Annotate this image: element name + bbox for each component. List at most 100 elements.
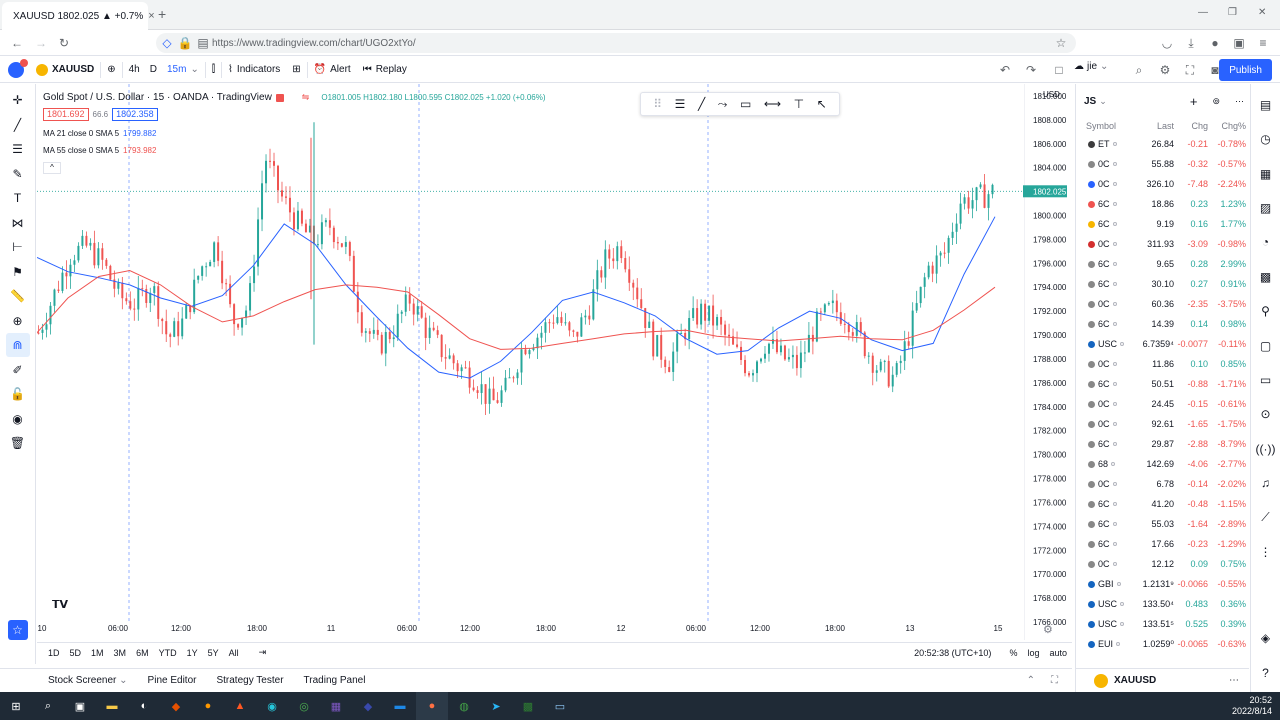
time-axis[interactable]: 10 06:00 12:00 18:00 11 06:00 12:00 18:00 12 06:0… xyxy=(38,624,1003,633)
watchlist-row[interactable]: USC 6.7359⁴ -0.0077 -0.11% xyxy=(1076,334,1250,354)
watchlist-row[interactable]: 6C 29.87 -2.88 -8.79% xyxy=(1076,434,1250,454)
watchlist-row[interactable]: GBI 1.2131⁹ -0.0066 -0.55% xyxy=(1076,574,1250,594)
tf-ytd[interactable]: YTD xyxy=(154,648,182,658)
zoom-in-icon[interactable]: ⊕ xyxy=(6,309,30,333)
watchlist-row[interactable]: USC 133.51⁵ 0.525 0.39% xyxy=(1076,614,1250,634)
ma1-label[interactable]: MA 21 close 0 SMA 5 xyxy=(43,129,119,138)
interval-15m[interactable]: 15m ⌄ xyxy=(161,57,205,83)
order-panel-icon[interactable]: ⋮ xyxy=(1253,537,1279,567)
tf-3m[interactable]: 3M xyxy=(109,648,132,658)
pocket-icon[interactable]: ◡ xyxy=(1158,34,1176,52)
watchlist-name[interactable]: JS xyxy=(1084,96,1096,107)
watchlist-row[interactable]: USC 133.50⁴ 0.483 0.36% xyxy=(1076,594,1250,614)
watchlist-row[interactable]: 68 142.69 -4.06 -2.77% xyxy=(1076,454,1250,474)
undo-icon[interactable]: ↶ xyxy=(996,61,1014,79)
indicators-button[interactable]: ⌇ Indicators xyxy=(222,57,286,83)
watchlist-row[interactable]: 6C 55.03 -1.64 -2.89% xyxy=(1076,514,1250,534)
ideas-bulb-icon[interactable]: ⚲ xyxy=(1253,296,1279,326)
col-chg[interactable]: Chg xyxy=(1174,121,1208,131)
measure-range-icon[interactable]: ⊢ xyxy=(6,235,30,259)
windows-start-icon[interactable]: ⊞ xyxy=(0,692,32,720)
tradingview-logo-icon[interactable]: 𝗧𝗩 xyxy=(52,599,69,611)
trash-icon[interactable]: 🗑 xyxy=(6,431,30,455)
col-chg-pct[interactable]: Chg% xyxy=(1208,121,1246,131)
tf-1y[interactable]: 1Y xyxy=(182,648,203,658)
redo-icon[interactable]: ↷ xyxy=(1022,61,1040,79)
browser-tab[interactable]: XAUUSD 1802.025 ▲ +0.7% × xyxy=(2,2,155,30)
minimize-icon[interactable]: — xyxy=(1198,7,1208,18)
tf-5d[interactable]: 5D xyxy=(65,648,87,658)
time-clock[interactable]: 20:52:38 (UTC+10) xyxy=(909,648,996,658)
tray-clock[interactable]: 20:52 2022/8/14 xyxy=(1232,695,1280,717)
alert-button[interactable]: ⏰ Alert xyxy=(308,57,357,83)
chat-icon[interactable]: ▢ xyxy=(1253,331,1279,361)
watchlist-row[interactable]: 6C 9.65 0.28 2.99% xyxy=(1076,254,1250,274)
collapse-icon[interactable]: ⇋ xyxy=(302,92,310,103)
advanced-view-icon[interactable]: ⊚ xyxy=(1212,96,1220,107)
currency-label[interactable]: USD xyxy=(1043,90,1060,99)
watchlist-row[interactable]: 0C 55.88 -0.32 -0.57% xyxy=(1076,154,1250,174)
bell-icon[interactable]: ♫ xyxy=(1253,468,1279,498)
watchlist-row[interactable]: 0C 6.78 -0.14 -2.02% xyxy=(1076,474,1250,494)
favorites-star-icon[interactable]: ☆ xyxy=(7,619,28,640)
goto-date-icon[interactable]: ⇥ xyxy=(254,647,272,658)
templates-button[interactable]: ⊞ xyxy=(286,57,306,83)
more-icon[interactable]: ⋯ xyxy=(1235,96,1244,107)
scale-percent[interactable]: % xyxy=(1004,648,1022,658)
magnet-icon[interactable]: ⋒ xyxy=(5,333,30,357)
whatsapp-icon[interactable]: ◍ xyxy=(448,692,480,720)
search-icon[interactable]: ⌕ xyxy=(1130,61,1148,79)
forward-icon[interactable]: → xyxy=(32,34,50,52)
app-icon[interactable]: ◐ xyxy=(128,692,160,720)
help-icon[interactable]: ? xyxy=(1253,658,1279,688)
calendar-icon[interactable]: ▩ xyxy=(1253,262,1279,292)
new-tab-icon[interactable]: + xyxy=(158,6,166,22)
watchlist-row[interactable]: ET 26.84 -0.21 -0.78% xyxy=(1076,134,1250,154)
cursor-icon[interactable]: ↖ xyxy=(817,97,827,111)
chart-type-button[interactable]: ⫿ xyxy=(206,57,221,83)
wechat-icon[interactable]: ◎ xyxy=(288,692,320,720)
symbol-details-panel[interactable]: XAUUSD ⋯ xyxy=(1075,668,1249,692)
chart-trend-icon[interactable]: ⟋ xyxy=(1253,503,1279,533)
app-icon[interactable]: ▬ xyxy=(384,692,416,720)
interval-d[interactable]: D xyxy=(146,57,161,83)
browser-icon[interactable]: ● xyxy=(192,692,224,720)
maximize-panel-icon[interactable]: ⛶ xyxy=(1051,675,1072,686)
add-symbol-icon[interactable]: + xyxy=(1190,94,1198,109)
chart-title[interactable]: Gold Spot / U.S. Dollar · 15 · OANDA · T… xyxy=(43,92,272,103)
file-explorer-icon[interactable]: ▬ xyxy=(96,692,128,720)
watchlist-row[interactable]: 6C 18.86 0.23 1.23% xyxy=(1076,194,1250,214)
edge-icon[interactable]: ◉ xyxy=(256,692,288,720)
chevron-down-icon[interactable]: ⌄ xyxy=(1099,96,1107,107)
legend-collapse-icon[interactable]: ^ xyxy=(43,161,61,174)
trend-line-icon[interactable]: ╱ xyxy=(6,113,30,137)
tf-1m[interactable]: 1M xyxy=(86,648,109,658)
ask-price[interactable]: 1802.358 xyxy=(112,108,158,121)
more-icon[interactable]: ⋯ xyxy=(1229,675,1249,686)
tf-5y[interactable]: 5Y xyxy=(203,648,224,658)
watchlist-row[interactable]: 6C 9.19 0.16 1.77% xyxy=(1076,214,1250,234)
watchlist-icon[interactable]: ▤ xyxy=(1253,90,1279,120)
task-view-icon[interactable]: ▣ xyxy=(64,692,96,720)
layout-icon[interactable]: □ xyxy=(1050,61,1068,79)
col-last[interactable]: Last xyxy=(1126,121,1174,131)
horizontal-ray-icon[interactable]: ⟷ xyxy=(764,97,781,111)
settings-gear-icon[interactable]: ⚙ xyxy=(1043,624,1053,636)
cloud-save-button[interactable]: ☁ jie ⌄ xyxy=(1074,61,1108,72)
col-symbol[interactable]: Symbol xyxy=(1076,121,1126,131)
tab-pine-editor[interactable]: Pine Editor xyxy=(138,675,207,686)
app-icon[interactable]: ◆ xyxy=(352,692,384,720)
tab-strategy-tester[interactable]: Strategy Tester xyxy=(206,675,293,686)
scale-log[interactable]: log xyxy=(1022,648,1044,658)
extension-icon[interactable]: ▣ xyxy=(1230,34,1248,52)
account-icon[interactable]: ● xyxy=(1206,34,1224,52)
news-icon[interactable]: ▨ xyxy=(1253,193,1279,223)
bookmark-star-icon[interactable]: ☆ xyxy=(1052,34,1070,52)
office-icon[interactable]: ◆ xyxy=(160,692,192,720)
watchlist-row[interactable]: 0C 92.61 -1.65 -1.75% xyxy=(1076,414,1250,434)
interval-4h[interactable]: 4h xyxy=(123,57,146,83)
pattern-icon[interactable]: ⋈ xyxy=(6,211,30,235)
horizontal-lines-icon[interactable]: ☰ xyxy=(675,97,686,111)
rectangle-icon[interactable]: ▭ xyxy=(740,97,751,111)
data-window-icon[interactable]: ▦ xyxy=(1253,159,1279,189)
